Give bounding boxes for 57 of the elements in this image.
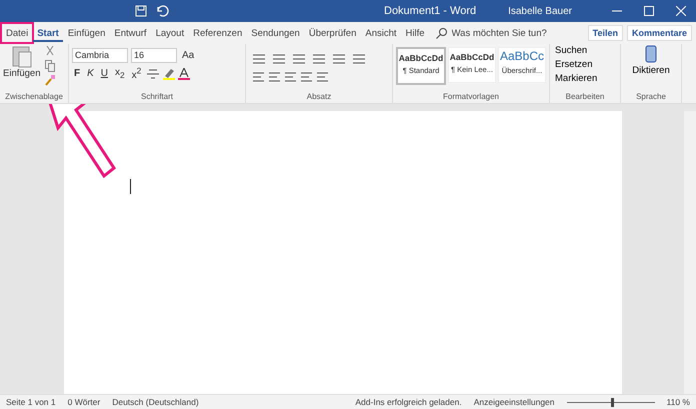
display-settings-button[interactable]: Anzeigeeinstellungen [474,397,555,407]
window-title: Dokument1 - Word [384,5,476,17]
ribbon-tab[interactable]: Entwurf [110,24,151,42]
undo-icon[interactable] [155,5,169,17]
ribbon-tab[interactable]: Ansicht [361,24,401,42]
zoom-level[interactable]: 110 % [666,397,690,407]
group-label: Zwischenablage [4,92,64,103]
ribbon-tab[interactable]: Einfügen [64,24,110,42]
format-button[interactable]: K [85,68,96,80]
group-label: Formatvorlagen [442,92,500,103]
status-message: Add-Ins erfolgreich geladen. [355,397,462,407]
status-item[interactable]: 0 Wörter [68,397,100,407]
strikethrough-icon[interactable] [146,68,160,80]
format-button[interactable]: U [98,68,110,80]
close-icon[interactable] [676,6,686,16]
user-name[interactable]: Isabelle Bauer [508,6,572,16]
format-button[interactable]: x$^{2}$ [130,66,144,82]
font-name-field[interactable]: Cambria [72,48,128,63]
save-icon[interactable] [135,5,147,17]
group-label: Schriftart [140,92,174,103]
dictate-button[interactable]: Diktieren [626,44,676,92]
case-button[interactable]: Aa [180,50,196,61]
group-label: Absatz [306,92,332,103]
zoom-thumb[interactable] [610,398,614,406]
search-icon [436,28,447,38]
comments-button[interactable]: Kommentare [626,25,692,41]
maximize-icon[interactable] [644,6,654,16]
tell-me-field[interactable]: Was möchten Sie tun? [436,26,558,40]
ribbon-tab[interactable]: Sendungen [247,24,304,42]
ribbon-tab[interactable]: Referenzen [189,24,246,42]
text-cursor [130,179,131,194]
microphone-icon [644,45,658,65]
status-item[interactable]: Seite 1 von 1 [6,397,56,407]
ribbon-tab[interactable]: Datei [2,24,32,42]
ribbon-tab[interactable]: Hilfe [402,24,429,42]
editing-button[interactable]: Markieren [553,72,617,85]
ribbon-tab[interactable]: Start [33,24,63,42]
format-button[interactable]: F [72,68,82,80]
share-button[interactable]: Teilen [588,25,623,41]
editing-button[interactable]: Suchen [553,44,617,57]
status-item[interactable]: Deutsch (Deutschland) [112,397,199,407]
brush-icon[interactable] [44,74,55,86]
group-label: Sprache [635,92,667,103]
group-label: Bearbeiten [564,92,606,103]
format-button[interactable]: x$_{2}$ [113,67,127,80]
scissors-icon[interactable] [44,46,55,58]
style-preview: AaBbCc [500,48,544,63]
font-color-icon[interactable] [178,68,190,80]
paste-button[interactable]: Einfügen [3,44,41,79]
copy-icon[interactable] [44,60,55,72]
ribbon-tab[interactable]: Überprüfen [304,24,360,42]
editing-button[interactable]: Ersetzen [553,58,617,71]
style-preview: AaBbCcDd [398,52,444,63]
highlighter-icon[interactable] [163,68,176,80]
ribbon-tab[interactable]: Layout [152,24,188,42]
font-size-field[interactable]: 16 [131,48,177,63]
style-preview: AaBbCcDd [450,51,494,62]
